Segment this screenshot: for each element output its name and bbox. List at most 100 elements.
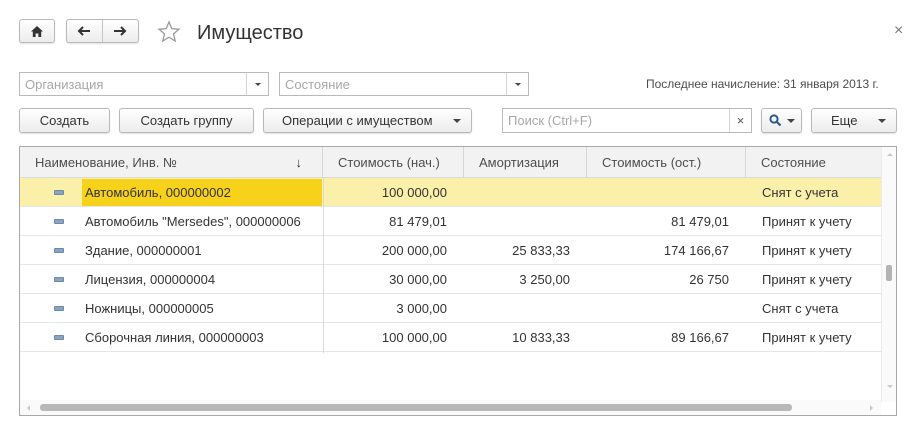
operations-dropdown-button[interactable]: Операции с имуществом bbox=[263, 108, 472, 133]
column-header-cost-residual[interactable]: Стоимость (ост.) bbox=[587, 147, 746, 178]
item-icon bbox=[54, 335, 64, 340]
scroll-left-icon[interactable] bbox=[27, 405, 30, 411]
chevron-down-icon bbox=[514, 82, 521, 86]
column-header-cost-initial-label: Стоимость (нач.) bbox=[338, 155, 440, 170]
organization-field[interactable]: Организация bbox=[19, 72, 269, 96]
sort-down-icon: ↓ bbox=[295, 155, 303, 170]
cell-cost-residual bbox=[587, 294, 729, 322]
last-accrual-info: Последнее начисление: 31 января 2013 г. bbox=[646, 77, 879, 91]
create-group-button-label: Создать группу bbox=[140, 113, 233, 128]
cell-name: Здание, 000000001 bbox=[85, 242, 202, 258]
cell-cost-initial: 200 000,00 bbox=[381, 242, 447, 258]
cell-cost-initial: 30 000,00 bbox=[389, 271, 447, 287]
page-title: Имущество bbox=[197, 22, 304, 44]
create-button[interactable]: Создать bbox=[19, 108, 110, 133]
cell-amortization: 25 833,33 bbox=[512, 242, 570, 258]
table-row[interactable]: Сборочная линия, 000000003 100 000,00 10… bbox=[20, 323, 881, 352]
cell-cost-initial: 3 000,00 bbox=[396, 300, 447, 316]
operations-button-label: Операции с имуществом bbox=[282, 113, 433, 128]
property-table[interactable]: Наименование, Инв. № ↓ Стоимость (нач.) … bbox=[19, 146, 897, 416]
table-row[interactable]: Автомобиль, 000000002 100 000,00 Снят с … bbox=[20, 178, 881, 207]
clear-icon: × bbox=[736, 113, 745, 128]
table-row[interactable]: Здание, 000000001 200 000,00 25 833,33 1… bbox=[20, 236, 881, 265]
scroll-up-icon[interactable] bbox=[887, 153, 893, 156]
cell-state: Принят к учету bbox=[762, 213, 852, 229]
cell-cost-residual: 26 750 bbox=[689, 271, 729, 287]
cell-cost-residual: 174 166,67 bbox=[663, 242, 729, 258]
state-field[interactable]: Состояние bbox=[279, 72, 529, 96]
organization-dropdown-button[interactable] bbox=[246, 73, 268, 95]
table-row[interactable]: Автомобиль "Mersedes", 000000006 81 479,… bbox=[20, 207, 881, 236]
home-button[interactable] bbox=[19, 19, 55, 43]
cell-cost-initial: 100 000,00 bbox=[381, 329, 447, 345]
cell-amortization bbox=[464, 294, 570, 322]
scroll-down-icon[interactable] bbox=[887, 385, 893, 388]
arrow-right-icon bbox=[114, 26, 127, 36]
star-outline-icon bbox=[157, 20, 181, 43]
nav-buttons-group bbox=[66, 19, 139, 43]
item-icon bbox=[54, 277, 64, 282]
vertical-scrollbar[interactable] bbox=[881, 147, 896, 402]
search-options-button[interactable] bbox=[761, 108, 802, 133]
search-input[interactable]: Поиск (Ctrl+F) × bbox=[502, 108, 752, 133]
cell-state: Снят с учета bbox=[762, 184, 839, 200]
column-header-state[interactable]: Состояние bbox=[746, 147, 881, 178]
search-icon bbox=[768, 114, 781, 127]
cell-name: Автомобиль "Mersedes", 000000006 bbox=[85, 213, 301, 229]
cell-cost-initial: 100 000,00 bbox=[381, 184, 447, 200]
back-button[interactable] bbox=[67, 20, 103, 42]
cell-state: Принят к учету bbox=[762, 329, 852, 345]
more-button-label: Еще bbox=[831, 113, 858, 128]
create-button-label: Создать bbox=[39, 113, 90, 128]
cell-name: Сборочная линия, 000000003 bbox=[85, 329, 264, 345]
vertical-scrollbar-thumb[interactable] bbox=[886, 265, 892, 281]
cell-name: Автомобиль, 000000002 bbox=[85, 184, 231, 200]
cell-state: Принят к учету bbox=[762, 271, 852, 287]
cell-name: Ножницы, 000000005 bbox=[85, 300, 214, 316]
column-header-amortization-label: Амортизация bbox=[479, 155, 559, 170]
cell-cost-residual: 89 166,67 bbox=[671, 329, 729, 345]
cell-cost-residual: 81 479,01 bbox=[671, 213, 729, 229]
more-button[interactable]: Еще bbox=[811, 108, 897, 133]
cell-amortization bbox=[464, 207, 570, 235]
item-icon bbox=[54, 248, 64, 253]
create-group-button[interactable]: Создать группу bbox=[119, 108, 254, 133]
column-divider bbox=[323, 178, 324, 353]
column-header-amortization[interactable]: Амортизация bbox=[464, 147, 587, 178]
search-clear-button[interactable]: × bbox=[729, 109, 751, 132]
cell-cost-residual bbox=[587, 178, 729, 206]
table-header: Наименование, Инв. № ↓ Стоимость (нач.) … bbox=[20, 147, 881, 178]
cell-state: Снят с учета bbox=[762, 300, 839, 316]
item-icon bbox=[54, 219, 64, 224]
column-header-cost-residual-label: Стоимость (ост.) bbox=[602, 155, 702, 170]
table-row[interactable]: Лицензия, 000000004 30 000,00 3 250,00 2… bbox=[20, 265, 881, 294]
chevron-down-icon bbox=[878, 119, 886, 123]
column-header-name[interactable]: Наименование, Инв. № ↓ bbox=[20, 147, 323, 178]
state-dropdown-button[interactable] bbox=[506, 73, 528, 95]
chevron-down-icon bbox=[453, 119, 461, 123]
scroll-right-icon[interactable] bbox=[870, 405, 873, 411]
cell-amortization: 3 250,00 bbox=[519, 271, 570, 287]
cell-cost-initial: 81 479,01 bbox=[389, 213, 447, 229]
column-header-cost-initial[interactable]: Стоимость (нач.) bbox=[323, 147, 464, 178]
cell-amortization: 10 833,33 bbox=[512, 329, 570, 345]
home-icon bbox=[31, 25, 43, 37]
cell-amortization bbox=[464, 178, 570, 206]
horizontal-scrollbar[interactable] bbox=[20, 400, 881, 415]
item-icon bbox=[54, 190, 64, 195]
cell-state: Принят к учету bbox=[762, 242, 852, 258]
table-row[interactable]: Ножницы, 000000005 3 000,00 Снят с учета bbox=[20, 294, 881, 323]
item-icon bbox=[54, 306, 64, 311]
arrow-left-icon bbox=[77, 26, 91, 36]
horizontal-scrollbar-thumb[interactable] bbox=[40, 404, 792, 411]
column-header-name-label: Наименование, Инв. № bbox=[35, 155, 177, 170]
forward-button[interactable] bbox=[103, 20, 139, 42]
favorite-star-button[interactable] bbox=[157, 20, 181, 44]
cell-name: Лицензия, 000000004 bbox=[85, 271, 216, 287]
column-header-state-label: Состояние bbox=[761, 155, 826, 170]
organization-placeholder: Организация bbox=[25, 76, 104, 92]
chevron-down-icon bbox=[786, 118, 795, 123]
search-placeholder: Поиск (Ctrl+F) bbox=[508, 113, 593, 128]
close-icon[interactable]: × bbox=[894, 22, 903, 40]
state-placeholder: Состояние bbox=[285, 76, 350, 92]
